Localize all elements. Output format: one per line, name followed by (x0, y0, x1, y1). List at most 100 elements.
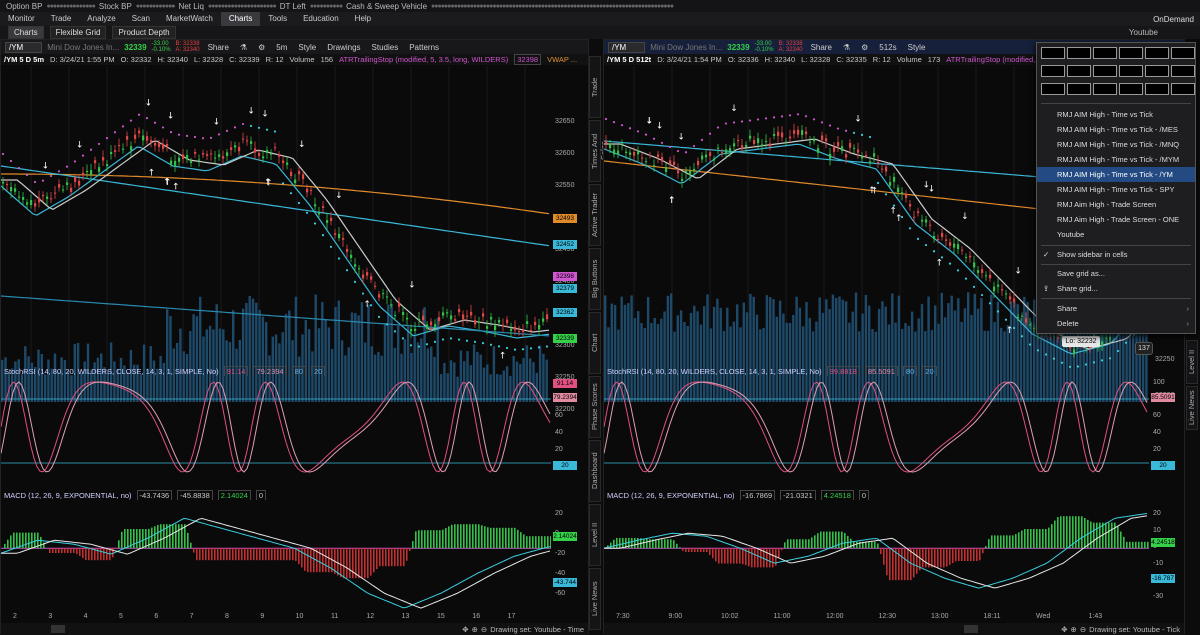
grid-layout-option[interactable] (1145, 83, 1169, 95)
saved-grid-item[interactable]: RMJ AIM High - Time vs Tick - /MYM (1037, 152, 1195, 167)
candle-body (30, 200, 32, 205)
share-button[interactable]: Share (808, 43, 835, 52)
stochrsi-label: StochRSI (14, 80, 20, WILDERS, CLOSE, 14… (4, 367, 219, 376)
symbol-selector[interactable]: /YM (5, 42, 42, 53)
saved-grid-item[interactable]: RMJ Aim High - Trade Screen (1037, 197, 1195, 212)
left-stochrsi-chart[interactable] (1, 377, 551, 487)
grid-layout-option[interactable] (1119, 83, 1143, 95)
zoom-in-icon[interactable]: ⊕ (1071, 625, 1077, 634)
flask-icon[interactable]: ⚗ (840, 43, 853, 52)
left-macd-chart[interactable] (1, 502, 551, 612)
menu-marketwatch[interactable]: MarketWatch (158, 12, 221, 26)
sidebar-tab[interactable]: Trade (589, 56, 601, 118)
grid-name-label[interactable]: Youtube (1129, 28, 1200, 37)
histogram-bar (430, 530, 432, 548)
pan-icon[interactable]: ✥ (1061, 625, 1067, 634)
candle-body (1061, 334, 1063, 335)
grid-layout-option[interactable] (1041, 47, 1065, 59)
grid-layout-option[interactable] (1041, 83, 1065, 95)
period-selector[interactable]: 512s (876, 43, 899, 52)
histogram-bar (916, 548, 918, 574)
studies-button[interactable]: Studies (369, 43, 402, 52)
drawings-button[interactable]: Drawings (324, 43, 363, 52)
grid-layout-option[interactable] (1093, 47, 1117, 59)
patterns-button[interactable]: Patterns (406, 43, 442, 52)
saved-grid-item[interactable]: RMJ AIM High - Time vs Tick - /YM (1037, 167, 1195, 182)
sidebar-tab[interactable]: Big Buttons (589, 248, 601, 310)
grid-layout-option[interactable] (1119, 47, 1143, 59)
period-selector[interactable]: 5m (273, 43, 290, 52)
candle-body (222, 156, 224, 158)
drawing-set-label[interactable]: Drawing set: Youtube - Time (490, 625, 588, 634)
zoom-in-icon[interactable]: ⊕ (472, 625, 478, 634)
menu-scan[interactable]: Scan (124, 12, 158, 26)
grid-layout-option[interactable] (1145, 47, 1169, 59)
gear-icon[interactable]: ⚙ (858, 43, 871, 52)
histogram-bar (997, 535, 999, 548)
menu-charts[interactable]: Charts (221, 12, 261, 26)
saved-grid-item[interactable]: RMJ AIM High - Time vs Tick - /MES (1037, 122, 1195, 137)
product-depth-tab[interactable]: Product Depth (112, 26, 175, 39)
saved-grid-item[interactable]: RMJ AIM High - Time vs Tick (1037, 107, 1195, 122)
sidebar-tab[interactable]: Live News (1186, 386, 1198, 430)
grid-layout-option[interactable] (1119, 65, 1143, 77)
saved-grid-item[interactable]: Youtube (1037, 227, 1195, 242)
sidebar-tab[interactable]: Level II (589, 504, 601, 566)
histogram-bar (454, 524, 456, 548)
grid-layout-option[interactable] (1171, 65, 1195, 77)
sidebar-tab[interactable]: Phase Scores (589, 376, 601, 438)
sidebar-tab[interactable]: Times And Sales (589, 120, 601, 182)
sidebar-tab[interactable]: Chart (589, 312, 601, 374)
save-grid-option[interactable]: Save grid as... (1037, 266, 1195, 281)
grid-layout-option[interactable] (1067, 47, 1091, 59)
time-tick-label: 2 (13, 613, 17, 620)
share-grid-option[interactable]: ⇪Share grid... (1037, 281, 1195, 296)
show-sidebar-option[interactable]: ✓Show sidebar in cells (1037, 247, 1195, 262)
drawing-set-label[interactable]: Drawing set: Youtube - Tick (1089, 625, 1184, 634)
share-submenu[interactable]: Share› (1037, 301, 1195, 316)
saved-grid-item[interactable]: RMJ AIM High - Time vs Tick - /MNQ (1037, 137, 1195, 152)
sidebar-tab[interactable]: Live News (589, 568, 601, 630)
share-button[interactable]: Share (205, 43, 232, 52)
charts-tab[interactable]: Charts (8, 26, 44, 39)
sidebar-tab[interactable]: Level II (1186, 340, 1198, 384)
grid-layout-option[interactable] (1093, 65, 1117, 77)
saved-grid-item[interactable]: RMJ Aim High - Trade Screen - ONE (1037, 212, 1195, 227)
delete-submenu[interactable]: Delete› (1037, 316, 1195, 331)
left-price-chart[interactable]: ↓↑↓↑↓↓↓↑↑↓↓↓↓↑↓↑↑↑ (1, 66, 551, 402)
grid-layout-option[interactable] (1067, 83, 1091, 95)
ondemand-button[interactable]: OnDemand (1153, 15, 1200, 24)
histogram-bar (1057, 517, 1059, 548)
time-tick-label: 7:30 (616, 613, 630, 620)
menu-tools[interactable]: Tools (260, 12, 295, 26)
zoom-out-icon[interactable]: ⊖ (1080, 625, 1086, 634)
signal-arrow: ↓ (145, 99, 153, 109)
menu-monitor[interactable]: Monitor (0, 12, 43, 26)
menu-analyze[interactable]: Analyze (79, 12, 123, 26)
menu-help[interactable]: Help (347, 12, 379, 26)
grid-layout-option[interactable] (1145, 65, 1169, 77)
menu-education[interactable]: Education (295, 12, 347, 26)
grid-layout-option[interactable] (1171, 83, 1195, 95)
menu-trade[interactable]: Trade (43, 12, 80, 26)
grid-layout-option[interactable] (1171, 47, 1195, 59)
sidebar-tab[interactable]: Active Trader (589, 184, 601, 246)
flask-icon[interactable]: ⚗ (237, 43, 250, 52)
histogram-bar (76, 548, 78, 554)
flexible-grid-tab[interactable]: Flexible Grid (50, 26, 107, 39)
grid-layout-option[interactable] (1067, 65, 1091, 77)
saved-grid-item[interactable]: RMJ AIM High - Time vs Tick - SPY (1037, 182, 1195, 197)
style-button[interactable]: Style (905, 43, 929, 52)
scroll-thumb[interactable] (964, 625, 978, 633)
scroll-thumb[interactable] (51, 625, 65, 633)
pan-icon[interactable]: ✥ (462, 625, 468, 634)
right-macd-chart[interactable] (604, 502, 1149, 612)
grid-layout-option[interactable] (1093, 83, 1117, 95)
symbol-selector[interactable]: /YM (608, 42, 645, 53)
sidebar-tab[interactable]: Dashboard (589, 440, 601, 502)
style-button[interactable]: Style (295, 43, 319, 52)
grid-layout-option[interactable] (1041, 65, 1065, 77)
gear-icon[interactable]: ⚙ (255, 43, 268, 52)
zoom-out-icon[interactable]: ⊖ (481, 625, 487, 634)
right-stochrsi-chart[interactable] (604, 377, 1149, 487)
